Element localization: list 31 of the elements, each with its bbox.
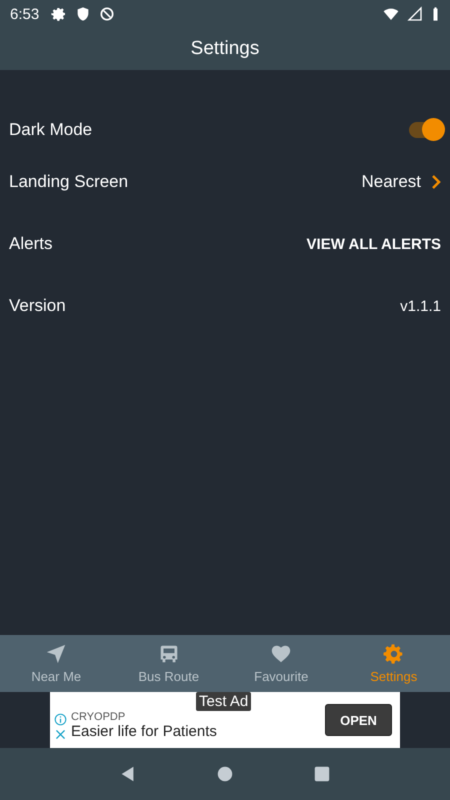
wifi-icon [383,6,399,22]
shield-icon [75,6,92,22]
gear-icon [51,6,68,22]
blocked-icon [99,6,116,22]
status-time: 6:53 [10,6,40,22]
setting-label: Dark Mode [9,120,94,140]
version-value: v1.1.1 [400,298,441,314]
setting-label: Landing Screen [9,172,130,192]
test-ad-badge: Test Ad [196,692,252,711]
settings-icon [382,643,405,665]
info-icon[interactable] [54,713,67,726]
home-icon[interactable] [216,765,234,783]
signal-icon [407,6,423,22]
nav-tab[interactable]: Favourite [225,635,338,692]
open-button[interactable]: OPEN [325,704,392,736]
battery-icon [431,6,440,22]
chevron-right-icon [431,174,441,190]
close-icon[interactable] [54,728,67,741]
ad-headline: Easier life for Patients [71,722,218,740]
view-all-alerts-button[interactable]: VIEW ALL ALERTS [306,236,441,252]
nav-tab[interactable]: Near Me [0,635,112,692]
heart-icon [270,643,292,665]
ad-banner[interactable]: CRYOPDP Easier life for Patients OPEN Test Ad [50,692,400,748]
setting-label: Version [9,296,67,316]
setting-label: Alerts [9,234,54,254]
recents-icon[interactable] [312,765,331,783]
navigation-arrow-icon [45,643,68,665]
screen-title: Settings [190,38,260,60]
landing-screen-link[interactable]: Nearest [361,172,421,192]
advertiser-name: CRYOPDP [71,710,126,722]
nav-tab[interactable]: Bus Route [112,635,225,692]
